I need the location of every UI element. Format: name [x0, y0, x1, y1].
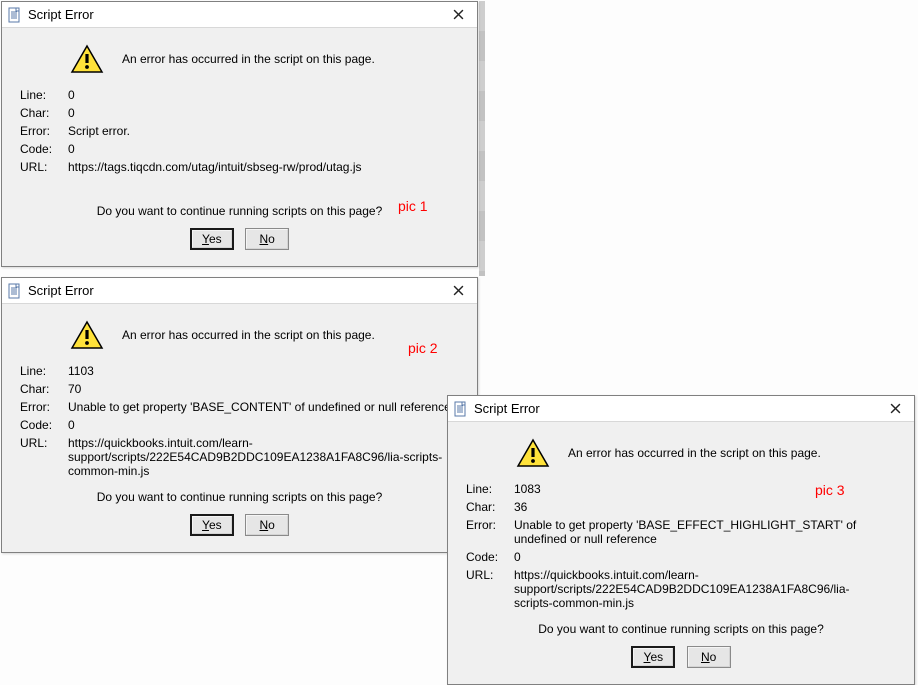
- close-button[interactable]: [445, 5, 471, 25]
- warning-icon: [70, 320, 104, 350]
- url-value: https://tags.tiqcdn.com/utag/intuit/sbse…: [68, 160, 459, 174]
- line-value: 1103: [68, 364, 459, 378]
- error-label: Error:: [20, 124, 68, 138]
- script-error-dialog-3: Script Error An error has occurred in th…: [447, 395, 915, 685]
- url-label: URL:: [20, 436, 68, 478]
- char-value: 0: [68, 106, 459, 120]
- continue-prompt: Do you want to continue running scripts …: [97, 490, 383, 504]
- yes-button[interactable]: Yes: [190, 514, 234, 536]
- warning-icon: [70, 44, 104, 74]
- url-value: https://quickbooks.intuit.com/learn-supp…: [68, 436, 459, 478]
- close-icon: [890, 403, 901, 414]
- pic-label-1: pic 1: [398, 198, 428, 214]
- close-icon: [453, 9, 464, 20]
- error-value: Unable to get property 'BASE_EFFECT_HIGH…: [514, 518, 896, 546]
- yes-button[interactable]: Yes: [190, 228, 234, 250]
- error-value: Script error.: [68, 124, 459, 138]
- script-error-dialog-1: Script Error An error has occurred in th…: [1, 1, 478, 267]
- dialog-title: Script Error: [28, 7, 445, 22]
- code-label: Code:: [20, 418, 68, 432]
- char-label: Char:: [20, 106, 68, 120]
- error-value: Unable to get property 'BASE_CONTENT' of…: [68, 400, 459, 414]
- char-label: Char:: [20, 382, 68, 396]
- dialog-title: Script Error: [28, 283, 445, 298]
- titlebar[interactable]: Script Error: [448, 396, 914, 422]
- pic-label-2: pic 2: [408, 340, 438, 356]
- char-value: 36: [514, 500, 896, 514]
- titlebar[interactable]: Script Error: [2, 2, 477, 28]
- error-label: Error:: [20, 400, 68, 414]
- code-value: 0: [68, 142, 459, 156]
- error-heading: An error has occurred in the script on t…: [568, 446, 821, 460]
- dialog-body: An error has occurred in the script on t…: [448, 422, 914, 684]
- line-label: Line:: [20, 88, 68, 102]
- code-value: 0: [514, 550, 896, 564]
- no-button[interactable]: No: [245, 228, 289, 250]
- document-icon: [8, 283, 22, 299]
- error-heading: An error has occurred in the script on t…: [122, 328, 375, 342]
- line-label: Line:: [466, 482, 514, 496]
- url-label: URL:: [20, 160, 68, 174]
- url-label: URL:: [466, 568, 514, 610]
- code-label: Code:: [20, 142, 68, 156]
- document-icon: [454, 401, 468, 417]
- close-button[interactable]: [882, 399, 908, 419]
- titlebar[interactable]: Script Error: [2, 278, 477, 304]
- error-heading: An error has occurred in the script on t…: [122, 52, 375, 66]
- document-icon: [8, 7, 22, 23]
- pic-label-3: pic 3: [815, 482, 845, 498]
- code-value: 0: [68, 418, 459, 432]
- error-label: Error:: [466, 518, 514, 546]
- background-strip: [479, 1, 485, 276]
- close-icon: [453, 285, 464, 296]
- char-value: 70: [68, 382, 459, 396]
- no-button[interactable]: No: [687, 646, 731, 668]
- dialog-body: An error has occurred in the script on t…: [2, 28, 477, 266]
- continue-prompt: Do you want to continue running scripts …: [97, 204, 383, 218]
- dialog-title: Script Error: [474, 401, 882, 416]
- warning-icon: [516, 438, 550, 468]
- dialog-body: An error has occurred in the script on t…: [2, 304, 477, 552]
- char-label: Char:: [466, 500, 514, 514]
- continue-prompt: Do you want to continue running scripts …: [538, 622, 824, 636]
- url-value: https://quickbooks.intuit.com/learn-supp…: [514, 568, 896, 610]
- no-button[interactable]: No: [245, 514, 289, 536]
- script-error-dialog-2: Script Error An error has occurred in th…: [1, 277, 478, 553]
- code-label: Code:: [466, 550, 514, 564]
- line-label: Line:: [20, 364, 68, 378]
- line-value: 0: [68, 88, 459, 102]
- yes-button[interactable]: Yes: [631, 646, 675, 668]
- close-button[interactable]: [445, 281, 471, 301]
